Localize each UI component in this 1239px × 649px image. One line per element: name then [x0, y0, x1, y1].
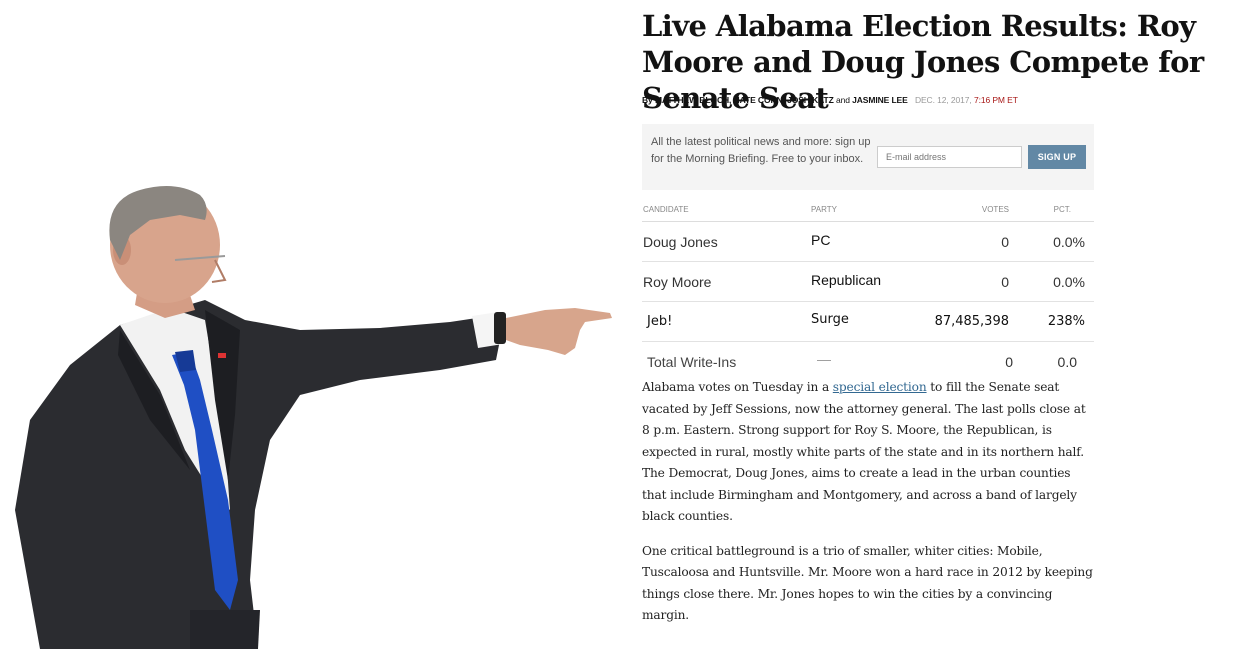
header-votes: VOTES: [981, 205, 1009, 214]
candidate-name: Total Write-Ins: [647, 354, 737, 370]
candidate-pct: 0.0%: [1053, 274, 1085, 290]
byline-time: 7:16 PM ET: [973, 95, 1018, 105]
candidate-pct: 238%: [1047, 314, 1085, 329]
candidate-name: Doug Jones: [643, 234, 718, 250]
candidate-votes: 0: [1005, 354, 1013, 370]
candidate-party: PC: [811, 232, 831, 248]
paragraph: Alabama votes on Tuesday in a special el…: [642, 377, 1094, 528]
table-row: Roy Moore Republican 0 0.0%: [642, 262, 1094, 302]
candidate-party: Surge: [811, 312, 849, 327]
results-header-row: CANDIDATE PARTY VOTES PCT.: [642, 200, 1094, 222]
email-input[interactable]: [877, 146, 1022, 168]
pointing-hand: [506, 308, 612, 355]
byline-and: and: [833, 95, 853, 105]
byline: By Matthew Bloch, Nate Cohn, Josh Katz a…: [642, 95, 1018, 105]
results-table: CANDIDATE PARTY VOTES PCT. Doug Jones PC…: [642, 200, 1094, 381]
suit-jacket: [15, 300, 500, 649]
candidate-name: Roy Moore: [643, 274, 712, 290]
byline-by: By: [642, 95, 655, 105]
newsletter-signup-box: All the latest political news and more: …: [642, 124, 1094, 190]
dateline: Dec. 12, 2017, 7:16 PM ET: [915, 95, 1018, 105]
candidate-votes: 0: [1001, 234, 1009, 250]
candidate-pct: 0.0: [1057, 354, 1077, 370]
byline-last-author: Jasmine Lee: [852, 95, 908, 105]
article-body: Alabama votes on Tuesday in a special el…: [642, 377, 1094, 640]
candidate-name: Jeb!: [647, 314, 673, 329]
candidate-party: —: [817, 351, 831, 367]
table-row: Jeb! Surge 87,485,398 238%: [642, 302, 1094, 342]
signup-text: All the latest political news and more: …: [651, 136, 871, 165]
candidate-votes: 0: [1001, 274, 1009, 290]
header-party: PARTY: [811, 205, 837, 214]
paragraph-text: to fill the Senate seat vacated by Jeff …: [642, 380, 1086, 523]
header-pct: PCT.: [1053, 205, 1071, 214]
paragraph-text: Alabama votes on Tuesday in a: [642, 380, 833, 394]
candidate-party: Republican: [811, 272, 882, 288]
special-election-link[interactable]: special election: [833, 380, 927, 394]
byline-authors: Matthew Bloch, Nate Cohn, Josh Katz: [654, 95, 834, 105]
paragraph: One critical battleground is a trio of s…: [642, 543, 1093, 623]
sign-up-button[interactable]: SIGN UP: [1028, 145, 1086, 169]
byline-date: Dec. 12, 2017,: [914, 95, 974, 105]
header-candidate: CANDIDATE: [643, 205, 689, 214]
candidate-votes: 87,485,398: [934, 314, 1009, 329]
table-row: Total Write-Ins — 0 0.0: [642, 342, 1094, 381]
pointing-man-image: [0, 180, 620, 649]
table-row: Doug Jones PC 0 0.0%: [642, 222, 1094, 262]
candidate-pct: 0.0%: [1053, 234, 1085, 250]
